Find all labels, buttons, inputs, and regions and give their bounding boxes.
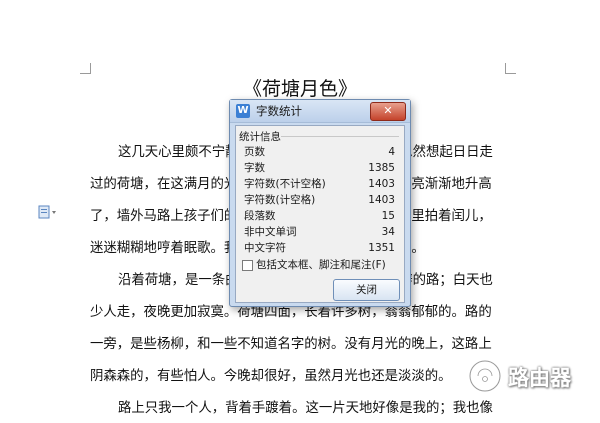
- include-textbox-footnotes-label[interactable]: 包括文本框、脚注和尾注(F): [256, 257, 386, 272]
- stat-value: 1403: [368, 194, 395, 206]
- stat-value: 1351: [368, 242, 395, 254]
- stat-label: 非中文单词: [244, 226, 297, 238]
- stat-row-chinese-chars: 中文字符 1351: [244, 241, 399, 255]
- stat-label: 页数: [244, 146, 265, 158]
- document-text-line[interactable]: 一旁，是些杨柳，和一些不知道名字的树。没有月光的晚上，这路上: [90, 331, 510, 359]
- stat-value: 15: [381, 210, 395, 222]
- include-textbox-footnotes-checkbox[interactable]: [242, 260, 253, 271]
- page-corner-mark: [505, 63, 516, 74]
- document-title[interactable]: 《荷塘月色》: [0, 74, 600, 101]
- watermark-text: 路由器: [508, 366, 571, 390]
- wps-app-icon: W: [236, 104, 250, 118]
- router-logo-icon: [468, 359, 502, 393]
- stat-row-chars-no-spaces: 字符数(不计空格) 1403: [244, 177, 399, 191]
- dialog-titlebar[interactable]: W 字数统计 ✕: [230, 100, 410, 123]
- watermark: 路由器: [462, 356, 596, 396]
- stat-value: 34: [381, 226, 395, 238]
- stat-row-non-chinese-words: 非中文单词 34: [244, 225, 399, 239]
- close-button[interactable]: 关闭: [333, 279, 400, 301]
- stat-row-words: 字数 1385: [244, 161, 399, 175]
- document-options-icon[interactable]: [38, 204, 58, 219]
- stat-label: 中文字符: [244, 242, 286, 254]
- stat-label: 字符数(不计空格): [244, 178, 326, 190]
- stat-row-pages: 页数 4: [244, 145, 399, 159]
- stats-group-label: 统计信息: [239, 131, 281, 143]
- stat-row-chars-with-spaces: 字符数(计空格) 1403: [244, 193, 399, 207]
- page-corner-mark: [80, 63, 91, 74]
- group-divider: [281, 136, 399, 137]
- stat-value: 1403: [368, 178, 395, 190]
- stat-row-paragraphs: 段落数 15: [244, 209, 399, 223]
- stat-label: 字符数(计空格): [244, 194, 316, 206]
- dialog-content: 统计信息 页数 4 字数 1385 字符数(不计空格) 1403 字符数(计空格…: [235, 125, 405, 303]
- stat-value: 4: [388, 146, 395, 158]
- close-icon[interactable]: ✕: [370, 102, 406, 121]
- document-text-line[interactable]: 阴森森的，有些怕人。今晚却很好，虽然月光也还是淡淡的。: [90, 363, 510, 391]
- word-count-dialog: W 字数统计 ✕ 统计信息 页数 4 字数 1385 字符数(不计空格) 140…: [229, 99, 411, 307]
- stat-value: 1385: [368, 162, 395, 174]
- dialog-title: 字数统计: [256, 104, 302, 118]
- stat-label: 段落数: [244, 210, 276, 222]
- stat-label: 字数: [244, 162, 265, 174]
